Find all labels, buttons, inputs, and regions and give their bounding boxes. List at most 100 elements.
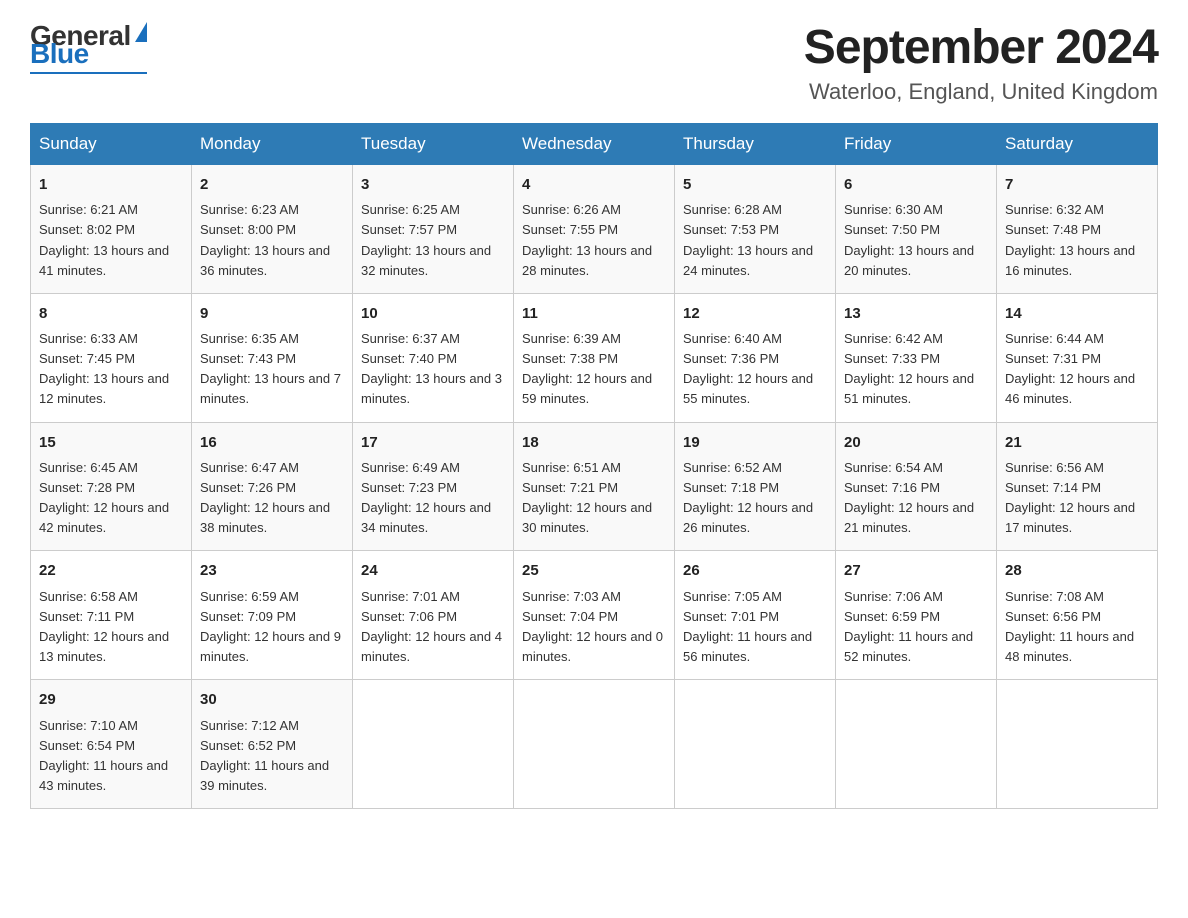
day-info: Sunrise: 6:49 AMSunset: 7:23 PMDaylight:… <box>361 458 505 539</box>
day-info: Sunrise: 6:33 AMSunset: 7:45 PMDaylight:… <box>39 329 183 410</box>
calendar-cell: 30 Sunrise: 7:12 AMSunset: 6:52 PMDayligh… <box>192 680 353 809</box>
calendar-cell <box>675 680 836 809</box>
calendar-week-row: 29 Sunrise: 7:10 AMSunset: 6:54 PMDayligh… <box>31 680 1158 809</box>
calendar-cell: 28 Sunrise: 7:08 AMSunset: 6:56 PMDayligh… <box>997 551 1158 680</box>
calendar-week-row: 15Sunrise: 6:45 AMSunset: 7:28 PMDayligh… <box>31 422 1158 551</box>
calendar-cell: 23 Sunrise: 6:59 AMSunset: 7:09 PMDayligh… <box>192 551 353 680</box>
day-info: Sunrise: 6:21 AMSunset: 8:02 PMDaylight:… <box>39 200 183 281</box>
calendar-cell: 20 Sunrise: 6:54 AMSunset: 7:16 PMDayligh… <box>836 422 997 551</box>
calendar-cell: 13Sunrise: 6:42 AMSunset: 7:33 PMDayligh… <box>836 293 997 422</box>
logo: General Blue <box>30 20 147 74</box>
day-number: 17 <box>361 431 505 454</box>
page-header: General Blue September 2024 Waterloo, En… <box>30 20 1158 105</box>
calendar-cell: 10 Sunrise: 6:37 AMSunset: 7:40 PMDayligh… <box>353 293 514 422</box>
calendar-cell: 24Sunrise: 7:01 AMSunset: 7:06 PMDayligh… <box>353 551 514 680</box>
day-number: 20 <box>844 431 988 454</box>
calendar-cell: 6 Sunrise: 6:30 AMSunset: 7:50 PMDaylight… <box>836 165 997 294</box>
weekday-header-saturday: Saturday <box>997 124 1158 165</box>
day-number: 8 <box>39 302 183 325</box>
calendar-cell: 19Sunrise: 6:52 AMSunset: 7:18 PMDayligh… <box>675 422 836 551</box>
calendar-cell: 26Sunrise: 7:05 AMSunset: 7:01 PMDayligh… <box>675 551 836 680</box>
calendar-header-row: SundayMondayTuesdayWednesdayThursdayFrid… <box>31 124 1158 165</box>
title-block: September 2024 Waterloo, England, United… <box>804 20 1158 105</box>
day-info: Sunrise: 6:54 AMSunset: 7:16 PMDaylight:… <box>844 458 988 539</box>
day-info: Sunrise: 6:56 AMSunset: 7:14 PMDaylight:… <box>1005 458 1149 539</box>
day-info: Sunrise: 6:45 AMSunset: 7:28 PMDaylight:… <box>39 458 183 539</box>
calendar-cell: 21 Sunrise: 6:56 AMSunset: 7:14 PMDayligh… <box>997 422 1158 551</box>
day-info: Sunrise: 6:59 AMSunset: 7:09 PMDaylight:… <box>200 587 344 668</box>
day-number: 4 <box>522 173 666 196</box>
day-info: Sunrise: 6:58 AMSunset: 7:11 PMDaylight:… <box>39 587 183 668</box>
day-number: 6 <box>844 173 988 196</box>
calendar-cell <box>997 680 1158 809</box>
day-info: Sunrise: 6:35 AMSunset: 7:43 PMDaylight:… <box>200 329 344 410</box>
month-title: September 2024 <box>804 20 1158 75</box>
calendar-cell: 4 Sunrise: 6:26 AMSunset: 7:55 PMDaylight… <box>514 165 675 294</box>
calendar-cell: 1 Sunrise: 6:21 AMSunset: 8:02 PMDaylight… <box>31 165 192 294</box>
day-number: 23 <box>200 559 344 582</box>
day-info: Sunrise: 6:47 AMSunset: 7:26 PMDaylight:… <box>200 458 344 539</box>
day-number: 29 <box>39 688 183 711</box>
calendar-cell: 12 Sunrise: 6:40 AMSunset: 7:36 PMDayligh… <box>675 293 836 422</box>
day-number: 1 <box>39 173 183 196</box>
day-info: Sunrise: 7:08 AMSunset: 6:56 PMDaylight:… <box>1005 587 1149 668</box>
day-info: Sunrise: 6:44 AMSunset: 7:31 PMDaylight:… <box>1005 329 1149 410</box>
day-info: Sunrise: 6:52 AMSunset: 7:18 PMDaylight:… <box>683 458 827 539</box>
logo-underline <box>30 72 147 74</box>
calendar-cell: 3 Sunrise: 6:25 AMSunset: 7:57 PMDaylight… <box>353 165 514 294</box>
day-number: 25 <box>522 559 666 582</box>
day-number: 18 <box>522 431 666 454</box>
day-number: 28 <box>1005 559 1149 582</box>
calendar-cell: 27Sunrise: 7:06 AMSunset: 6:59 PMDayligh… <box>836 551 997 680</box>
day-number: 14 <box>1005 302 1149 325</box>
location-title: Waterloo, England, United Kingdom <box>804 79 1158 105</box>
calendar-week-row: 1 Sunrise: 6:21 AMSunset: 8:02 PMDaylight… <box>31 165 1158 294</box>
day-info: Sunrise: 6:32 AMSunset: 7:48 PMDaylight:… <box>1005 200 1149 281</box>
calendar-week-row: 8 Sunrise: 6:33 AMSunset: 7:45 PMDaylight… <box>31 293 1158 422</box>
day-info: Sunrise: 6:37 AMSunset: 7:40 PMDaylight:… <box>361 329 505 410</box>
calendar-cell: 29 Sunrise: 7:10 AMSunset: 6:54 PMDayligh… <box>31 680 192 809</box>
calendar-cell <box>514 680 675 809</box>
day-info: Sunrise: 6:23 AMSunset: 8:00 PMDaylight:… <box>200 200 344 281</box>
day-number: 26 <box>683 559 827 582</box>
day-info: Sunrise: 6:39 AMSunset: 7:38 PMDaylight:… <box>522 329 666 410</box>
day-number: 16 <box>200 431 344 454</box>
day-info: Sunrise: 7:06 AMSunset: 6:59 PMDaylight:… <box>844 587 988 668</box>
calendar-table: SundayMondayTuesdayWednesdayThursdayFrid… <box>30 123 1158 809</box>
calendar-cell <box>836 680 997 809</box>
day-info: Sunrise: 7:10 AMSunset: 6:54 PMDaylight:… <box>39 716 183 797</box>
day-info: Sunrise: 6:42 AMSunset: 7:33 PMDaylight:… <box>844 329 988 410</box>
day-info: Sunrise: 6:26 AMSunset: 7:55 PMDaylight:… <box>522 200 666 281</box>
calendar-week-row: 22 Sunrise: 6:58 AMSunset: 7:11 PMDayligh… <box>31 551 1158 680</box>
calendar-cell: 22 Sunrise: 6:58 AMSunset: 7:11 PMDayligh… <box>31 551 192 680</box>
day-number: 22 <box>39 559 183 582</box>
day-number: 10 <box>361 302 505 325</box>
weekday-header-monday: Monday <box>192 124 353 165</box>
day-info: Sunrise: 6:25 AMSunset: 7:57 PMDaylight:… <box>361 200 505 281</box>
day-number: 24 <box>361 559 505 582</box>
day-number: 21 <box>1005 431 1149 454</box>
day-info: Sunrise: 7:12 AMSunset: 6:52 PMDaylight:… <box>200 716 344 797</box>
calendar-cell: 11Sunrise: 6:39 AMSunset: 7:38 PMDayligh… <box>514 293 675 422</box>
logo-blue-text: Blue <box>30 38 89 70</box>
calendar-cell: 14 Sunrise: 6:44 AMSunset: 7:31 PMDayligh… <box>997 293 1158 422</box>
weekday-header-wednesday: Wednesday <box>514 124 675 165</box>
day-number: 12 <box>683 302 827 325</box>
calendar-cell: 17 Sunrise: 6:49 AMSunset: 7:23 PMDayligh… <box>353 422 514 551</box>
weekday-header-friday: Friday <box>836 124 997 165</box>
day-info: Sunrise: 6:40 AMSunset: 7:36 PMDaylight:… <box>683 329 827 410</box>
weekday-header-sunday: Sunday <box>31 124 192 165</box>
calendar-cell: 7 Sunrise: 6:32 AMSunset: 7:48 PMDaylight… <box>997 165 1158 294</box>
calendar-cell: 2 Sunrise: 6:23 AMSunset: 8:00 PMDaylight… <box>192 165 353 294</box>
calendar-cell: 8 Sunrise: 6:33 AMSunset: 7:45 PMDaylight… <box>31 293 192 422</box>
day-number: 3 <box>361 173 505 196</box>
day-number: 2 <box>200 173 344 196</box>
calendar-cell: 15Sunrise: 6:45 AMSunset: 7:28 PMDayligh… <box>31 422 192 551</box>
day-info: Sunrise: 6:30 AMSunset: 7:50 PMDaylight:… <box>844 200 988 281</box>
day-number: 9 <box>200 302 344 325</box>
day-number: 7 <box>1005 173 1149 196</box>
day-number: 30 <box>200 688 344 711</box>
calendar-cell: 16 Sunrise: 6:47 AMSunset: 7:26 PMDayligh… <box>192 422 353 551</box>
day-info: Sunrise: 7:03 AMSunset: 7:04 PMDaylight:… <box>522 587 666 668</box>
logo-triangle-icon <box>135 22 147 42</box>
